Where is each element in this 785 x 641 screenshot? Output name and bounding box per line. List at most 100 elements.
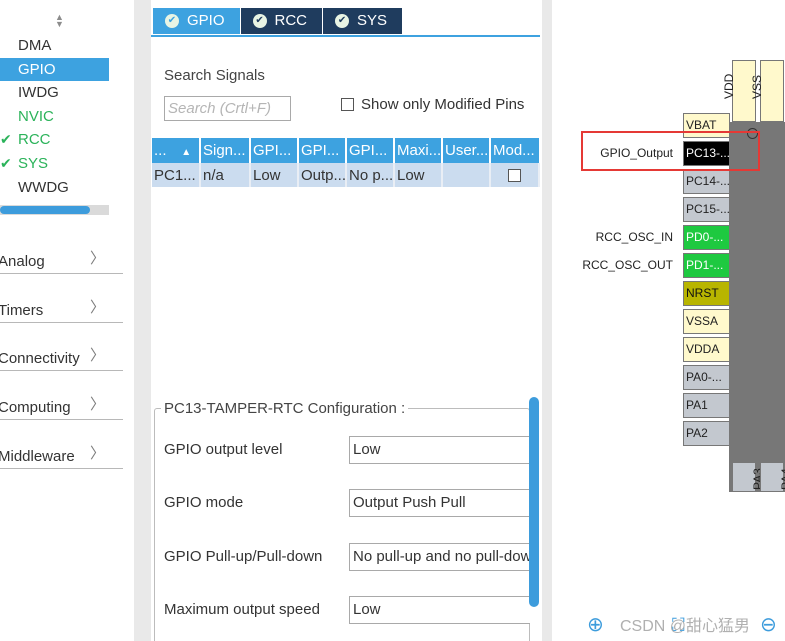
column-header[interactable]: ... ▲ <box>152 138 201 163</box>
table-cell <box>442 163 491 187</box>
category-label: Middleware <box>0 448 75 465</box>
sort-arrows-icon[interactable]: ▲ ▼ <box>55 13 64 29</box>
check-circle-icon: ✔ <box>335 14 350 28</box>
chip-body <box>729 122 785 492</box>
pin-vssa[interactable]: VSSA <box>683 309 730 334</box>
tab-label: SYS <box>357 12 388 29</box>
pin-pc15[interactable]: PC15-... <box>683 197 730 222</box>
sidebar-item-gpio[interactable]: GPIO <box>0 57 109 82</box>
pin-pa3[interactable]: PA3 <box>732 462 765 492</box>
pin-nrst[interactable]: NRST <box>683 281 730 306</box>
signals-table: ... ▲ Sign... GPI... GPI... GPI... Maxi... Use… <box>152 138 540 187</box>
pin-pa0[interactable]: PA0-... <box>683 365 730 390</box>
column-header[interactable]: Mod... <box>490 138 539 163</box>
column-header[interactable]: GPI... <box>346 138 395 163</box>
modified-checkbox-cell[interactable] <box>490 163 540 187</box>
annotation-highlight-box <box>581 131 760 171</box>
sidebar-item-label: SYS <box>18 154 49 172</box>
modified-checkbox[interactable] <box>508 169 521 183</box>
column-header-label: GPI... <box>301 142 340 159</box>
table-cell: No p... <box>346 163 395 187</box>
pin-pd1[interactable]: PD1-... <box>683 253 730 278</box>
chevron-right-icon: 〉 <box>89 347 105 364</box>
category-label: Computing <box>0 399 71 416</box>
sidebar-item-rcc[interactable]: ✔ RCC <box>0 128 109 152</box>
tab-sys[interactable]: ✔ SYS <box>323 8 403 34</box>
watermark-text: CSDN @甜心猛男 <box>620 618 751 635</box>
category-computing[interactable]: Computing 〉 <box>0 390 123 420</box>
chevron-right-icon: 〉 <box>89 250 105 267</box>
sidebar-scroll-thumb[interactable] <box>0 206 90 214</box>
check-icon: ✔ <box>0 131 12 148</box>
check-circle-icon: ✔ <box>252 14 267 28</box>
pin-config-title: PC13-TAMPER-RTC Configuration : <box>161 400 409 417</box>
tab-underline <box>151 35 540 37</box>
pin-signal-label: RCC_OSC_IN <box>595 230 673 244</box>
column-header-label: User... <box>445 142 489 159</box>
column-header[interactable]: GPI... <box>250 138 299 163</box>
pin-label: VSS <box>750 74 764 99</box>
pin-pd0[interactable]: PD0-... <box>683 225 730 250</box>
show-modified-pins-toggle[interactable]: Show only Modified Pins <box>341 96 524 113</box>
sidebar-item-label: GPIO <box>18 60 56 78</box>
category-label: Connectivity <box>0 350 80 367</box>
pin-pa4[interactable]: PA4 <box>760 462 785 492</box>
column-header[interactable]: User... <box>442 138 491 163</box>
search-signals-label: Search Signals <box>164 67 265 84</box>
table-header-row: ... ▲ Sign... GPI... GPI... GPI... Maxi... Use… <box>152 138 539 163</box>
search-signals-input[interactable] <box>164 96 291 121</box>
table-row[interactable]: PC1... n/a Low Outp... No p... Low <box>152 163 540 187</box>
sidebar-item-dma[interactable]: DMA <box>0 34 109 58</box>
tab-rcc[interactable]: ✔ RCC <box>240 8 323 34</box>
config-value-dropdown[interactable]: No pull-up and no pull-dow <box>349 543 530 571</box>
sidebar-item-label: NVIC <box>18 107 54 125</box>
cubemx-window: ▲ ▼ DMA GPIO IWDG NVIC ✔ RCC ✔ SYS WWDG Analog 〉 Ti… <box>0 0 785 641</box>
sidebar-item-sys[interactable]: ✔ SYS <box>0 152 109 176</box>
pin-pc14[interactable]: PC14-... <box>683 169 730 194</box>
config-value-dropdown[interactable]: Output Push Pull <box>349 489 530 517</box>
zoom-in-icon[interactable]: ⊕ <box>587 613 611 637</box>
sidebar-item-label: WWDG <box>18 178 69 196</box>
category-analog[interactable]: Analog 〉 <box>0 244 123 274</box>
gpio-config-panel: ✔ GPIO ✔ RCC ✔ SYS Search Signals Show only M… <box>151 0 542 641</box>
pin-vss[interactable]: VSS <box>750 60 784 122</box>
peripheral-list: DMA GPIO IWDG NVIC ✔ RCC ✔ SYS WWDG <box>0 34 109 199</box>
chevron-right-icon: 〉 <box>89 396 105 413</box>
panel-splitter-right[interactable] <box>542 0 552 641</box>
column-header-label: Mod... <box>493 142 535 159</box>
pin-vdda[interactable]: VDDA <box>683 337 730 362</box>
show-modified-checkbox[interactable] <box>341 98 354 111</box>
sort-asc-icon: ▲ <box>178 147 192 158</box>
tab-gpio[interactable]: ✔ GPIO <box>153 8 240 34</box>
config-scrollbar[interactable] <box>529 397 539 607</box>
column-header[interactable]: Sign... <box>200 138 251 163</box>
pin-pa1[interactable]: PA1 <box>683 393 730 418</box>
config-value-dropdown[interactable]: Low <box>349 436 530 464</box>
config-label: GPIO output level <box>164 441 283 458</box>
config-label: Maximum output speed <box>164 601 320 618</box>
zoom-out-icon[interactable]: ⊖ <box>760 613 784 637</box>
category-middleware[interactable]: Middleware 〉 <box>0 439 123 469</box>
column-header-label: Maxi... <box>397 142 442 159</box>
column-header[interactable]: GPI... <box>298 138 347 163</box>
sidebar-item-nvic[interactable]: NVIC <box>0 105 109 129</box>
category-timers[interactable]: Timers 〉 <box>0 293 123 323</box>
chevron-right-icon: 〉 <box>89 445 105 462</box>
sidebar-item-label: IWDG <box>18 84 59 102</box>
sidebar-item-iwdg[interactable]: IWDG <box>0 81 109 105</box>
check-circle-icon: ✔ <box>165 14 179 28</box>
category-connectivity[interactable]: Connectivity 〉 <box>0 341 123 371</box>
pin-pa2[interactable]: PA2 <box>683 421 730 446</box>
panel-splitter-left[interactable] <box>134 0 151 641</box>
show-modified-label: Show only Modified Pins <box>361 96 525 113</box>
column-header[interactable]: Maxi... <box>394 138 443 163</box>
config-label: GPIO mode <box>164 494 244 511</box>
table-cell: PC1... <box>152 163 201 187</box>
pin-label: PA4 <box>779 468 785 490</box>
sidebar-item-label: RCC <box>18 131 51 149</box>
table-cell: Low <box>250 163 299 187</box>
pin-label: VDD <box>722 73 736 99</box>
chip-pinout-view: VDD VSS VBAT PC13-... GPIO_Output PC14-... PC… <box>552 0 785 641</box>
sidebar-item-wwdg[interactable]: WWDG <box>0 176 109 200</box>
config-value-dropdown[interactable]: Low <box>349 596 530 624</box>
